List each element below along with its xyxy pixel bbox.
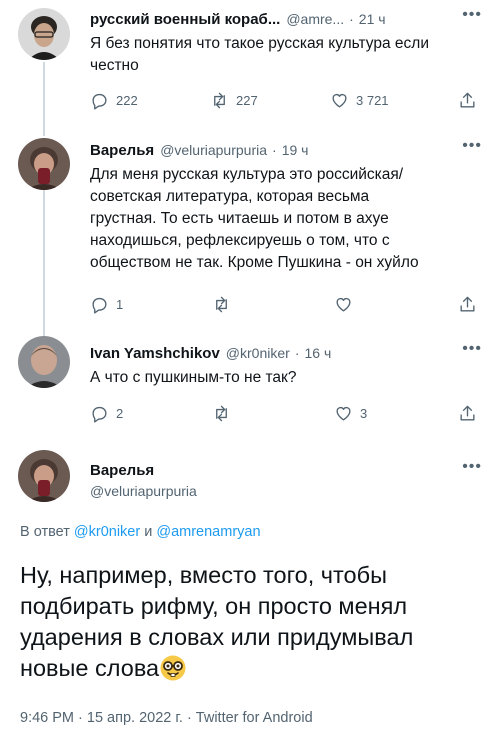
retweet-button[interactable]: 227 <box>210 91 258 110</box>
author-handle[interactable]: @veluriapurpuria <box>90 483 197 499</box>
tweet-text: Для меня русская культура это российская… <box>90 166 419 271</box>
tweet-header: Ivan Yamshchikov @kr0niker · 16 ч ••• <box>90 340 482 364</box>
separator: · <box>294 345 300 361</box>
like-icon <box>336 407 351 421</box>
author-handle[interactable]: @veluriapurpuria <box>160 142 267 158</box>
author-name[interactable]: Варелья <box>90 142 154 159</box>
mention-link[interactable]: @kr0niker <box>74 524 140 540</box>
like-icon <box>332 94 347 108</box>
share-button[interactable] <box>458 295 477 314</box>
tweet-meta[interactable]: 9:46 PM · 15 апр. 2022 г. · Twitter for … <box>20 710 313 726</box>
reply-context: В ответ @kr0niker и @amrenamryan <box>20 524 261 540</box>
share-button[interactable] <box>458 404 477 423</box>
timestamp[interactable]: 21 ч <box>359 11 386 27</box>
reply-icon <box>92 297 107 314</box>
avatar[interactable] <box>18 336 70 388</box>
mention-link[interactable]: @amrenamryan <box>156 524 260 540</box>
tweet-actions: 222 227 3 721 <box>90 91 482 113</box>
reply-button[interactable]: 222 <box>90 91 138 110</box>
tweet-text: Я без понятия что такое русская культура… <box>90 35 430 74</box>
retweet-icon <box>216 405 227 422</box>
reply-count: 1 <box>116 297 124 312</box>
like-count: 3 721 <box>356 93 389 108</box>
like-button[interactable]: 3 <box>334 404 367 423</box>
reply-prefix: В ответ <box>20 524 74 540</box>
tweet[interactable]: Варелья @veluriapurpuria · 19 ч ••• Для … <box>0 130 500 330</box>
retweet-icon <box>214 92 225 109</box>
more-icon[interactable]: ••• <box>462 458 482 476</box>
tweet[interactable]: Ivan Yamshchikov @kr0niker · 16 ч ••• А … <box>0 330 500 440</box>
like-button[interactable]: 3 721 <box>330 91 389 110</box>
tweet-actions: 1 <box>90 295 482 317</box>
retweet-icon <box>216 296 227 313</box>
retweet-button[interactable] <box>212 404 231 423</box>
author-handle[interactable]: @kr0niker <box>226 345 290 361</box>
reply-icon <box>92 406 107 423</box>
tweet[interactable]: русский военный кораб... @amre... · 21 ч… <box>0 0 500 130</box>
like-button[interactable] <box>334 295 353 314</box>
share-button[interactable] <box>458 91 477 110</box>
tweet-header: русский военный кораб... @amre... · 21 ч… <box>90 6 482 30</box>
retweet-count: 227 <box>236 93 258 108</box>
more-icon[interactable]: ••• <box>462 137 482 155</box>
like-count: 3 <box>360 406 368 421</box>
reply-count: 2 <box>116 406 124 421</box>
tweet-text: Ну, например, вместо того, чтобы подбира… <box>20 560 484 684</box>
reply-count: 222 <box>116 93 138 108</box>
reply-button[interactable]: 2 <box>90 404 123 423</box>
author-name[interactable]: Варелья <box>90 462 154 479</box>
nerd-face-emoji <box>159 654 187 682</box>
reply-icon <box>92 93 107 110</box>
avatar[interactable] <box>18 138 70 190</box>
author-handle[interactable]: @amre... <box>286 11 344 27</box>
timestamp[interactable]: 19 ч <box>282 142 309 158</box>
reply-conjunction: и <box>140 524 157 540</box>
share-icon <box>460 92 475 108</box>
separator: · <box>272 142 277 158</box>
more-icon[interactable]: ••• <box>462 6 482 24</box>
avatar[interactable] <box>18 450 70 502</box>
tweet-actions: 2 3 <box>90 404 482 426</box>
share-icon <box>460 405 475 421</box>
timestamp[interactable]: 16 ч <box>304 345 331 361</box>
separator: · <box>349 11 354 27</box>
more-icon[interactable]: ••• <box>462 340 482 358</box>
avatar[interactable] <box>18 8 70 60</box>
author-name[interactable]: русский военный кораб... <box>90 11 280 28</box>
like-icon <box>336 298 351 312</box>
main-tweet-text: Ну, например, вместо того, чтобы подбира… <box>20 562 414 681</box>
reply-button[interactable]: 1 <box>90 295 123 314</box>
share-icon <box>460 296 475 312</box>
retweet-button[interactable] <box>212 295 231 314</box>
author-name[interactable]: Ivan Yamshchikov <box>90 345 220 362</box>
tweet-header: Варелья @veluriapurpuria · 19 ч ••• <box>90 137 482 161</box>
tweet-text: А что с пушкиным-то не так? <box>90 369 297 386</box>
